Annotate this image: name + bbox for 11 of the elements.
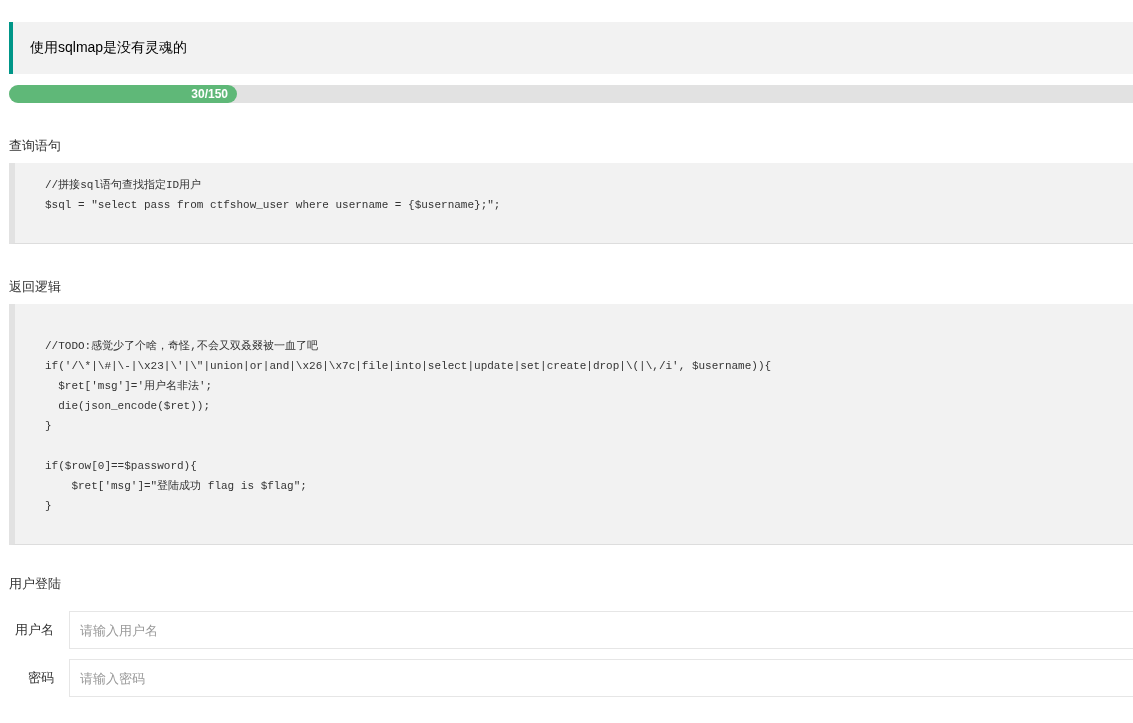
input-field[interactable]: 请输入用户名 — [69, 611, 1133, 649]
field-label: 密码 — [27, 669, 54, 687]
field-label: 用户名 — [14, 621, 54, 639]
section-heading: 用户登陆 — [9, 575, 62, 593]
input-field[interactable]: 请输入密码 — [69, 659, 1133, 697]
code-text: //TODO:感觉少了个啥，奇怪,不会又双叒叕被一血了吧 if('/\*|\#|\-|\x23|\'|\"|union|or|and|\x26|\x7c|file|into|select|update|set|create|drop|\(|\,/i', $username)){ $ret['msg']='用户名非法'; die(json_encode($ret)); } if($row[0]==$password){ $ret['msg']="登陆成功 flag is $flag"; } — [45, 339, 773, 514]
progress-label: 30/150 — [191, 87, 229, 101]
section-heading: 返回逻辑 — [9, 278, 62, 296]
notice-text: 使用sqlmap是没有灵魂的 — [30, 39, 188, 57]
code-text: //拼接sql语句查找指定ID用户 $sql = "select pass from ctfshow_user where username = {$username};"; — [45, 178, 502, 213]
section-heading: 查询语句 — [9, 137, 62, 155]
